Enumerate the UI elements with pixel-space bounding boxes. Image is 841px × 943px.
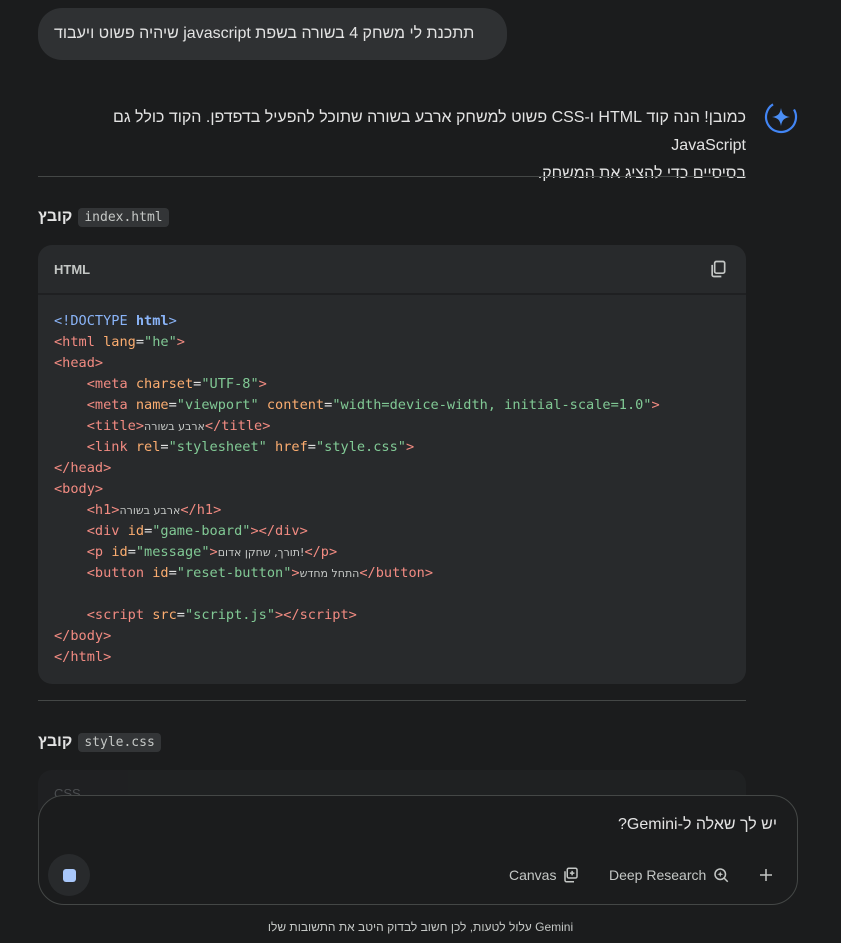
file-word: קובץ bbox=[38, 208, 73, 225]
code-block-html: HTML <!DOCTYPE html> <html lang="he"> <h… bbox=[38, 245, 746, 684]
copy-icon[interactable] bbox=[708, 259, 728, 279]
divider bbox=[38, 176, 746, 177]
deep-research-label: Deep Research bbox=[609, 867, 707, 883]
code-string: "UTF-8" bbox=[201, 376, 259, 392]
code-string: "stylesheet" bbox=[168, 439, 267, 455]
stop-icon bbox=[62, 868, 76, 882]
code-html-keyword: html bbox=[135, 313, 169, 329]
file-word: קובץ bbox=[38, 733, 73, 750]
canvas-button[interactable]: Canvas bbox=[509, 860, 580, 890]
code-message-text: תורך, שחקן אדום! bbox=[217, 546, 305, 559]
deep-research-icon bbox=[714, 868, 729, 883]
canvas-icon bbox=[564, 867, 579, 883]
code-title-text: ארבע בשורה bbox=[144, 420, 205, 433]
code-button-text: התחל מחדש bbox=[299, 567, 360, 580]
canvas-label: Canvas bbox=[509, 867, 557, 883]
response-intro-line2: בסיסיים כדי להציג את המשחק. bbox=[537, 165, 746, 182]
code-doctype: <!DOCTYPE bbox=[54, 313, 128, 329]
plus-icon bbox=[760, 869, 772, 881]
add-attachment-button[interactable] bbox=[751, 860, 781, 890]
response-intro-line1: כמובן! הנה קוד HTML ו-CSS פשוט למשחק ארב… bbox=[112, 109, 746, 154]
gemini-sparkle-icon bbox=[764, 100, 798, 134]
file-label-index: קובץ index.html bbox=[38, 206, 169, 228]
code-string: "viewport" bbox=[176, 397, 259, 413]
file-name-chip: index.html bbox=[78, 207, 169, 227]
user-message-text: תתכנת לי משחק 4 בשורה בשפת javascript שי… bbox=[54, 25, 475, 42]
code-string: "he" bbox=[144, 334, 177, 350]
code-string: "width=device-width, initial-scale=1.0" bbox=[332, 397, 652, 413]
user-message-bubble: תתכנת לי משחק 4 בשורה בשפת javascript שי… bbox=[38, 8, 507, 60]
divider bbox=[38, 700, 746, 701]
disclaimer-footer: Gemini עלול לטעות, לכן חשוב לבדוק היטב א… bbox=[267, 920, 574, 934]
stop-button[interactable] bbox=[48, 854, 90, 896]
code-language-label: HTML bbox=[54, 261, 91, 277]
code-block-header: HTML bbox=[38, 245, 746, 295]
file-label-style: קובץ style.css bbox=[38, 731, 161, 753]
code-string: "script.js" bbox=[184, 607, 276, 623]
code-string: "style.css" bbox=[315, 439, 406, 455]
file-name-chip: style.css bbox=[78, 732, 161, 752]
code-h1-text: ארבע בשורה bbox=[119, 504, 181, 517]
code-string: "reset-button" bbox=[176, 565, 292, 581]
prompt-input-box[interactable]: יש לך שאלה ל-Gemini? Canvas Deep Researc… bbox=[38, 795, 798, 905]
code-string: "game-board" bbox=[152, 523, 251, 539]
code-content: <!DOCTYPE html> <html lang="he"> <head> … bbox=[54, 313, 660, 665]
prompt-input[interactable]: יש לך שאלה ל-Gemini? bbox=[618, 816, 777, 834]
deep-research-button[interactable]: Deep Research bbox=[609, 860, 730, 890]
code-string: "message" bbox=[135, 544, 210, 560]
